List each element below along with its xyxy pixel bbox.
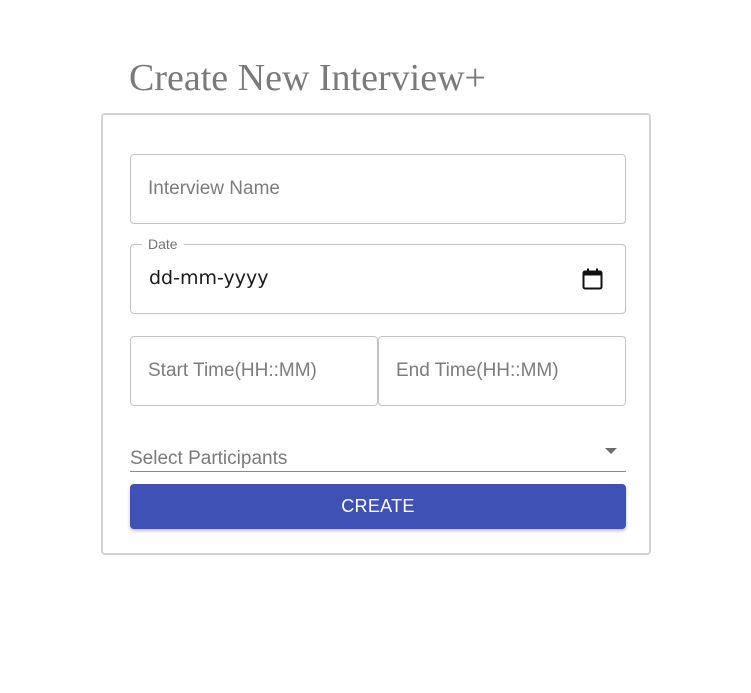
date-field[interactable]: Date dd-mm-yyyy (130, 235, 626, 314)
dropdown-arrow-icon[interactable] (605, 448, 617, 454)
end-time-input[interactable] (379, 337, 625, 405)
date-input[interactable]: dd-mm-yyyy (149, 265, 269, 291)
interview-name-input[interactable] (131, 155, 625, 223)
interview-form-card: Date dd-mm-yyyy Select Participants CREA… (101, 113, 651, 555)
start-time-field[interactable] (130, 336, 378, 406)
page-title: Create New Interview+ (129, 57, 486, 99)
date-label: Date (142, 235, 184, 253)
interview-name-field[interactable] (130, 154, 626, 224)
participants-select[interactable]: Select Participants (130, 435, 626, 472)
create-button[interactable]: CREATE (130, 484, 626, 529)
participants-select-label: Select Participants (130, 448, 288, 469)
end-time-field[interactable] (378, 336, 626, 406)
calendar-icon[interactable] (582, 268, 603, 290)
start-time-input[interactable] (131, 337, 377, 405)
